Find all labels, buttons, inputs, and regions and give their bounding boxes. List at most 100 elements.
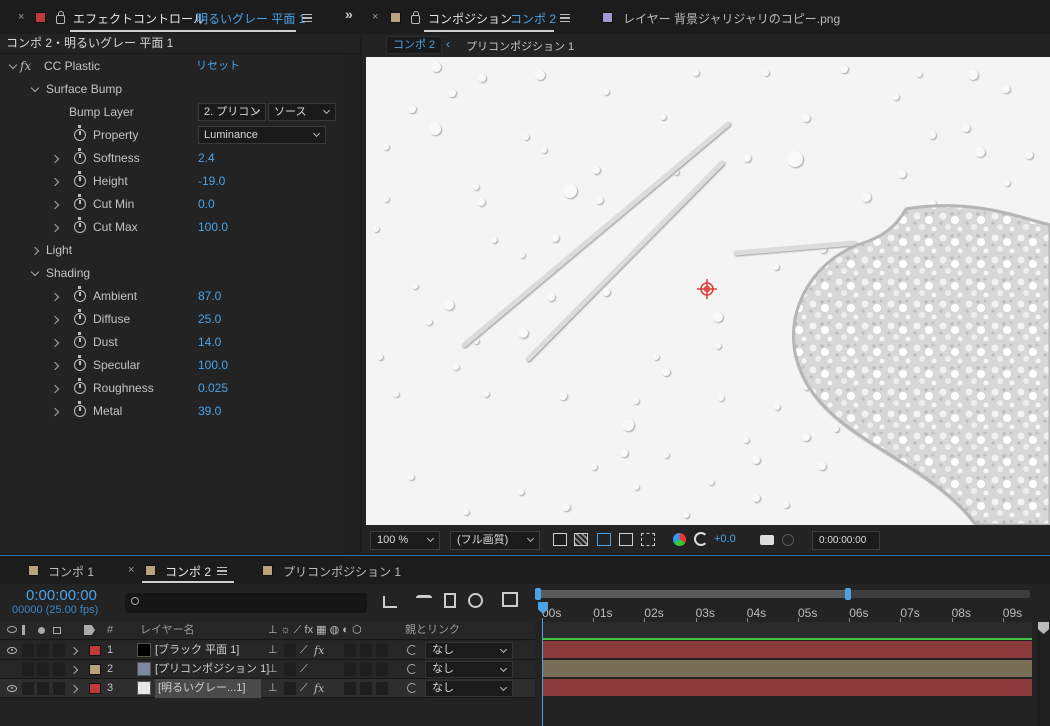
parent-dropdown[interactable]: なし xyxy=(425,642,513,659)
close-tab-icon[interactable]: × xyxy=(128,564,134,576)
bump-source-dropdown[interactable]: ソース xyxy=(268,103,336,121)
param-row-shading[interactable]: Shading xyxy=(0,262,344,285)
parent-pickwhip-icon[interactable] xyxy=(407,645,417,655)
layer-name-header[interactable]: レイヤー名 xyxy=(140,622,195,639)
stopwatch-icon[interactable] xyxy=(74,332,86,348)
parent-pickwhip-icon[interactable] xyxy=(407,683,417,693)
region-of-interest-icon[interactable] xyxy=(619,533,633,546)
label-tag-icon[interactable] xyxy=(84,625,95,635)
collapse-switch[interactable] xyxy=(284,644,296,657)
param-row-surface-bump[interactable]: Surface Bump xyxy=(0,78,344,101)
stopwatch-icon[interactable] xyxy=(74,217,86,233)
property-dropdown[interactable]: Luminance xyxy=(198,126,326,144)
channel-icon[interactable] xyxy=(673,533,686,546)
param-value[interactable]: -19.0 xyxy=(198,170,225,193)
tab-comp1[interactable]: コンポ 1 xyxy=(48,563,94,580)
current-time-display[interactable]: 0:00:00:00 xyxy=(812,531,880,550)
stopwatch-icon[interactable] xyxy=(74,401,86,417)
expand-panels-icon[interactable]: » xyxy=(345,6,353,22)
reset-link[interactable]: リセット xyxy=(196,55,240,78)
param-value[interactable]: 2.4 xyxy=(198,147,215,170)
parent-dropdown[interactable]: なし xyxy=(425,680,513,697)
layer-tab-title[interactable]: レイヤー 背景ジャリジャリのコピー.png xyxy=(623,10,840,27)
panel-menu-icon[interactable] xyxy=(302,14,312,22)
comp-mini-flowchart-icon[interactable] xyxy=(383,596,397,608)
composition-tab-comp[interactable]: コンポ 2 xyxy=(510,10,556,27)
shy-switch-icon[interactable]: ⊥ xyxy=(268,641,278,660)
video-switch-icon[interactable] xyxy=(7,626,17,633)
chevron-down-icon[interactable] xyxy=(30,83,40,93)
chevron-down-icon[interactable] xyxy=(30,267,40,277)
frame-blend-switch[interactable] xyxy=(344,682,356,695)
solo-toggle[interactable] xyxy=(37,663,49,676)
chevron-right-icon[interactable] xyxy=(50,315,60,325)
composition-viewer[interactable] xyxy=(366,57,1050,525)
motion-blur-icon[interactable] xyxy=(468,593,483,608)
chevron-right-icon[interactable] xyxy=(30,246,40,256)
param-row-roughness[interactable]: Roughness 0.025 xyxy=(0,377,344,400)
chevron-right-icon[interactable] xyxy=(50,384,60,394)
param-value[interactable]: 100.0 xyxy=(198,216,228,239)
shy-switch-icon[interactable]: ⊥ xyxy=(268,679,278,698)
eye-icon[interactable] xyxy=(7,647,17,654)
stopwatch-icon[interactable] xyxy=(74,378,86,394)
panel-menu-icon[interactable] xyxy=(217,567,227,575)
work-area-end-handle[interactable] xyxy=(1038,622,1049,634)
param-row-metal[interactable]: Metal 39.0 xyxy=(0,400,344,423)
chevron-right-icon[interactable] xyxy=(50,223,60,233)
motion-blur-switch[interactable] xyxy=(360,682,372,695)
chevron-down-icon[interactable] xyxy=(8,60,18,70)
param-row-ambient[interactable]: Ambient 87.0 xyxy=(0,285,344,308)
param-row-specular[interactable]: Specular 100.0 xyxy=(0,354,344,377)
layer-row[interactable]: 3 [明るいグレー...1] ⊥ ⟋ fx なし xyxy=(0,679,535,698)
chevron-right-icon[interactable] xyxy=(69,684,79,694)
current-timecode[interactable]: 0:00:00:00 xyxy=(26,587,97,604)
chevron-right-icon[interactable] xyxy=(69,646,79,656)
effect-controls-tab-title[interactable]: エフェクトコントロール xyxy=(73,10,205,27)
motion-blur-switch[interactable] xyxy=(360,644,372,657)
audio-icon[interactable] xyxy=(22,625,30,635)
resolution-dropdown[interactable]: (フル画質) xyxy=(450,531,540,550)
layer-duration-bar[interactable] xyxy=(542,641,1032,658)
layer-row[interactable]: 1 [ブラック 平面 1] ⊥ ⟋ fx なし xyxy=(0,641,535,660)
fx-switch-icon[interactable]: fx xyxy=(314,679,324,698)
param-row-softness[interactable]: Softness 2.4 xyxy=(0,147,344,170)
breadcrumb-comp2[interactable]: コンポ 2 xyxy=(386,36,443,54)
chevron-right-icon[interactable] xyxy=(50,407,60,417)
collapse-switch[interactable] xyxy=(284,663,296,676)
layer-name[interactable]: [明るいグレー...1] xyxy=(155,679,261,698)
parent-pickwhip-icon[interactable] xyxy=(407,664,417,674)
stopwatch-icon[interactable] xyxy=(74,125,86,141)
stopwatch-icon[interactable] xyxy=(74,286,86,302)
param-value[interactable]: 14.0 xyxy=(198,331,221,354)
stopwatch-icon[interactable] xyxy=(74,355,86,371)
navigator-start-handle[interactable] xyxy=(535,588,541,600)
chevron-right-icon[interactable] xyxy=(69,665,79,675)
guide-options-icon[interactable] xyxy=(641,533,655,546)
effect-panel-scrollbar[interactable] xyxy=(344,55,360,553)
frame-blending-icon[interactable] xyxy=(444,593,456,608)
navigator-end-handle[interactable] xyxy=(845,588,851,600)
param-row-height[interactable]: Height -19.0 xyxy=(0,170,344,193)
close-tab-icon[interactable]: × xyxy=(372,11,378,23)
quality-switch-icon[interactable]: ⟋ xyxy=(300,641,308,660)
param-value[interactable]: 100.0 xyxy=(198,354,228,377)
param-row-light[interactable]: Light xyxy=(0,239,344,262)
param-row-cut-max[interactable]: Cut Max 100.0 xyxy=(0,216,344,239)
label-color-chip[interactable] xyxy=(89,645,101,656)
quality-switch-icon[interactable]: ⟋ xyxy=(300,660,308,679)
tab-comp2[interactable]: コンポ 2 xyxy=(165,563,211,580)
quality-switch-icon[interactable]: ⟋ xyxy=(300,679,308,698)
fast-preview-icon[interactable] xyxy=(553,533,567,546)
chevron-right-icon[interactable] xyxy=(50,338,60,348)
label-color-chip[interactable] xyxy=(89,664,101,675)
panel-menu-icon[interactable] xyxy=(560,14,570,22)
composition-tab-title[interactable]: コンポジション xyxy=(428,10,512,27)
adjustment-switch[interactable] xyxy=(376,644,388,657)
layer-name[interactable]: [ブラック 平面 1] xyxy=(155,641,239,660)
time-navigator[interactable] xyxy=(537,590,849,598)
chevron-right-icon[interactable] xyxy=(50,177,60,187)
lock-icon[interactable] xyxy=(56,11,65,24)
param-row-bump-layer[interactable]: Bump Layer 2. プリコン ソース xyxy=(0,101,344,124)
work-area-track[interactable] xyxy=(542,622,1032,638)
